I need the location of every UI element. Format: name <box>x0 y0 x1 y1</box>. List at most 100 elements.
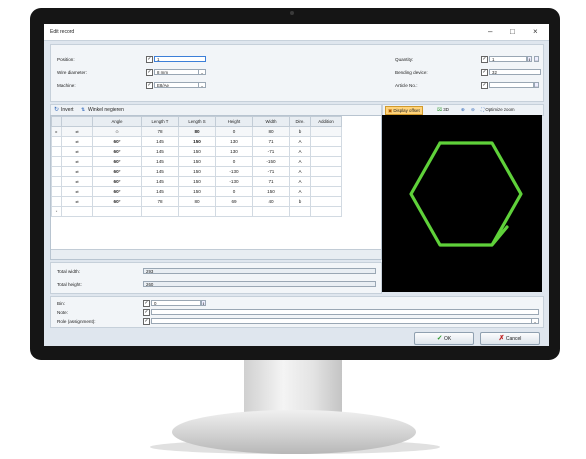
cell-height[interactable]: 130 <box>215 136 253 147</box>
machine-select[interactable]: E8/Ae ⌄ <box>154 82 206 88</box>
cell-addition[interactable] <box>310 126 342 137</box>
cell-width[interactable]: -71 <box>252 146 290 157</box>
bin-checkbox[interactable]: ✓ <box>143 300 150 307</box>
column-header[interactable]: Height <box>215 116 253 127</box>
cell-length-t[interactable]: 145 <box>141 186 179 197</box>
minimize-button[interactable]: – <box>488 27 492 36</box>
cancel-button[interactable]: ✗ Cancel <box>480 332 540 345</box>
cell-width[interactable]: 80 <box>252 126 290 137</box>
shape-preview-canvas[interactable] <box>382 115 542 292</box>
cell-addition[interactable] <box>310 136 342 147</box>
cell-length-t[interactable]: 145 <box>141 136 179 147</box>
cell-direction[interactable]: A <box>289 146 311 157</box>
cell-length-t[interactable]: 78 <box>141 196 179 207</box>
table-row[interactable]: ⇄ 60° 145 150 0 150 A <box>51 186 342 197</box>
table-row[interactable]: ⇄ 60° 145 150 130 -71 A <box>51 146 342 157</box>
table-row[interactable]: ⇄ 60° 145 150 -130 71 A <box>51 176 342 187</box>
cell-height[interactable]: 0 <box>215 186 253 197</box>
invert-button[interactable]: Invert <box>61 107 74 113</box>
quantity-checkbox[interactable]: ✓ <box>481 56 488 63</box>
cell-width[interactable]: 71 <box>252 176 290 187</box>
display-offset-button[interactable]: ▣ Display offset <box>385 106 423 115</box>
cell-height[interactable]: 0 <box>215 126 253 137</box>
cell-angle[interactable]: 60° <box>92 156 142 167</box>
cell-height[interactable]: 130 <box>215 146 253 157</box>
quantity-more-button[interactable]: … <box>534 56 539 62</box>
cell-angle[interactable]: 60° <box>92 186 142 197</box>
wire-diameter-select[interactable]: 8 mm ⌄ <box>154 69 206 75</box>
cell-angle[interactable]: 60° <box>92 136 142 147</box>
cell-addition[interactable] <box>310 146 342 157</box>
maximize-button[interactable]: □ <box>510 27 515 36</box>
cell-length-t[interactable]: 78 <box>141 126 179 137</box>
quantity-field[interactable]: 1 <box>489 56 527 62</box>
close-button[interactable]: × <box>533 27 538 36</box>
note-checkbox[interactable]: ✓ <box>143 309 150 316</box>
cell-direction[interactable]: b <box>289 126 311 137</box>
cell-length-s[interactable]: 150 <box>178 186 216 197</box>
cell-direction[interactable]: A <box>289 156 311 167</box>
cell-width[interactable]: 40 <box>252 196 290 207</box>
cell-addition[interactable] <box>310 186 342 197</box>
position-checkbox[interactable]: ✓ <box>146 56 153 63</box>
cell-height[interactable]: 69 <box>215 196 253 207</box>
table-row[interactable]: ⇄ 60° 145 150 130 71 A <box>51 136 342 147</box>
cell-direction[interactable]: A <box>289 176 311 187</box>
cell-angle[interactable]: 60° <box>92 166 142 177</box>
cell-length-s[interactable]: 150 <box>178 166 216 177</box>
position-field[interactable]: 1 <box>154 56 206 62</box>
cell-length-s[interactable]: 150 <box>178 156 216 167</box>
cell-height[interactable]: -130 <box>215 176 253 187</box>
cell-direction[interactable]: b <box>289 196 311 207</box>
column-header[interactable]: Length T <box>141 116 179 127</box>
cell-addition[interactable] <box>310 156 342 167</box>
cell-direction[interactable]: A <box>289 166 311 177</box>
article-no-browse-button[interactable]: … <box>534 82 539 88</box>
cell-direction[interactable]: A <box>289 136 311 147</box>
cell-length-t[interactable]: 145 <box>141 156 179 167</box>
zoom-out-icon[interactable]: ⊖ <box>469 106 477 113</box>
cell-width[interactable]: -71 <box>252 166 290 177</box>
article-no-field[interactable] <box>489 82 534 88</box>
role-checkbox[interactable]: ✓ <box>143 318 150 325</box>
cell-height[interactable]: -130 <box>215 166 253 177</box>
note-field[interactable] <box>151 309 539 315</box>
cell-width[interactable]: 150 <box>252 186 290 197</box>
table-row[interactable]: ▸ ⇄ ⊙ 78 80 0 80 b <box>51 126 342 137</box>
optimize-zoom-button[interactable]: ⛶ Optimize zoom <box>479 106 517 113</box>
quantity-spinner[interactable]: ⇕ <box>527 56 532 62</box>
cell-addition[interactable] <box>310 196 342 207</box>
bin-spinner[interactable]: ⇕ <box>201 300 206 306</box>
cell-angle[interactable]: 60° <box>92 176 142 187</box>
article-no-checkbox[interactable]: ✓ <box>481 82 488 89</box>
cell-angle[interactable]: 60° <box>92 196 142 207</box>
cell-length-s[interactable]: 150 <box>178 136 216 147</box>
ok-button[interactable]: ✓ OK <box>414 332 474 345</box>
column-header[interactable]: Dire. <box>289 116 311 127</box>
negate-angle-button[interactable]: Winkel negieren <box>88 107 124 113</box>
cell-length-t[interactable]: 145 <box>141 146 179 157</box>
zoom-in-icon[interactable]: ⊕ <box>459 106 467 113</box>
column-header[interactable]: Angle <box>92 116 142 127</box>
cell-width[interactable]: -150 <box>252 156 290 167</box>
column-header[interactable]: Length S <box>178 116 216 127</box>
wire-diameter-checkbox[interactable]: ✓ <box>146 69 153 76</box>
bin-field[interactable]: 0 <box>151 300 201 306</box>
cell-angle[interactable]: 60° <box>92 146 142 157</box>
cell-length-t[interactable]: 145 <box>141 176 179 187</box>
column-header[interactable]: Addition <box>310 116 342 127</box>
cell-length-s[interactable]: 150 <box>178 146 216 157</box>
role-select[interactable]: ⌄ <box>151 318 539 324</box>
cell-length-s[interactable]: 80 <box>178 196 216 207</box>
cell-length-s[interactable]: 150 <box>178 176 216 187</box>
cell-length-s[interactable]: 80 <box>178 126 216 137</box>
table-row[interactable]: ⇄ 60° 145 150 0 -150 A <box>51 156 342 167</box>
cell-height[interactable]: 0 <box>215 156 253 167</box>
column-header[interactable]: Width <box>252 116 290 127</box>
bending-device-checkbox[interactable]: ✓ <box>481 69 488 76</box>
table-row-new[interactable]: * <box>51 206 342 217</box>
table-row[interactable]: ⇄ 60° 145 150 -130 -71 A <box>51 166 342 177</box>
cell-width[interactable]: 71 <box>252 136 290 147</box>
cell-direction[interactable]: A <box>289 186 311 197</box>
cell-addition[interactable] <box>310 166 342 177</box>
